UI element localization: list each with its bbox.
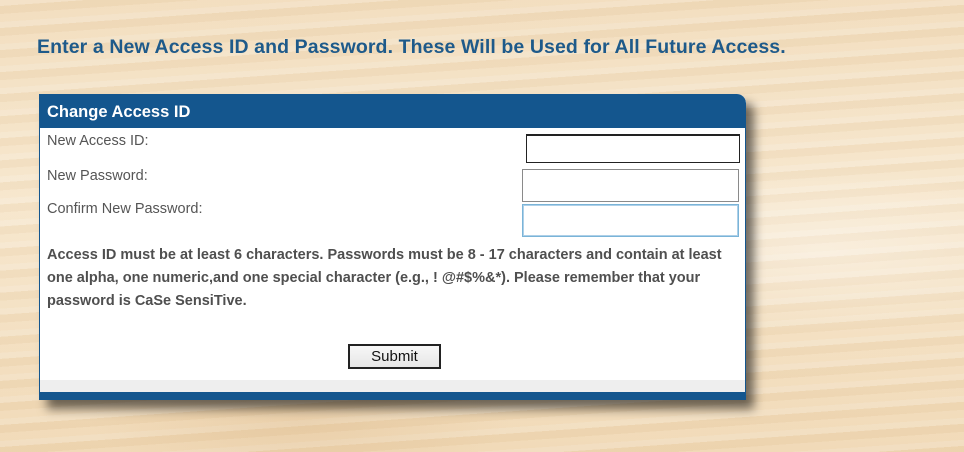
new-access-id-input[interactable] [526, 134, 740, 163]
new-access-id-label: New Access ID: [47, 133, 149, 149]
confirm-new-password-label: Confirm New Password: [47, 201, 203, 217]
panel-title: Change Access ID [39, 94, 746, 128]
change-access-id-panel: Change Access ID New Access ID: New Pass… [39, 94, 746, 400]
new-password-label: New Password: [47, 168, 148, 184]
panel-footer [39, 380, 746, 392]
change-access-id-form: New Access ID: New Password: Confirm New… [39, 128, 746, 380]
password-rules-text: Access ID must be at least 6 characters.… [47, 247, 722, 309]
page-heading: Enter a New Access ID and Password. Thes… [37, 36, 786, 58]
panel-bottom-bar [39, 392, 746, 400]
confirm-new-password-input[interactable] [522, 204, 739, 237]
submit-button[interactable]: Submit [348, 344, 441, 369]
new-password-input[interactable] [522, 169, 739, 202]
